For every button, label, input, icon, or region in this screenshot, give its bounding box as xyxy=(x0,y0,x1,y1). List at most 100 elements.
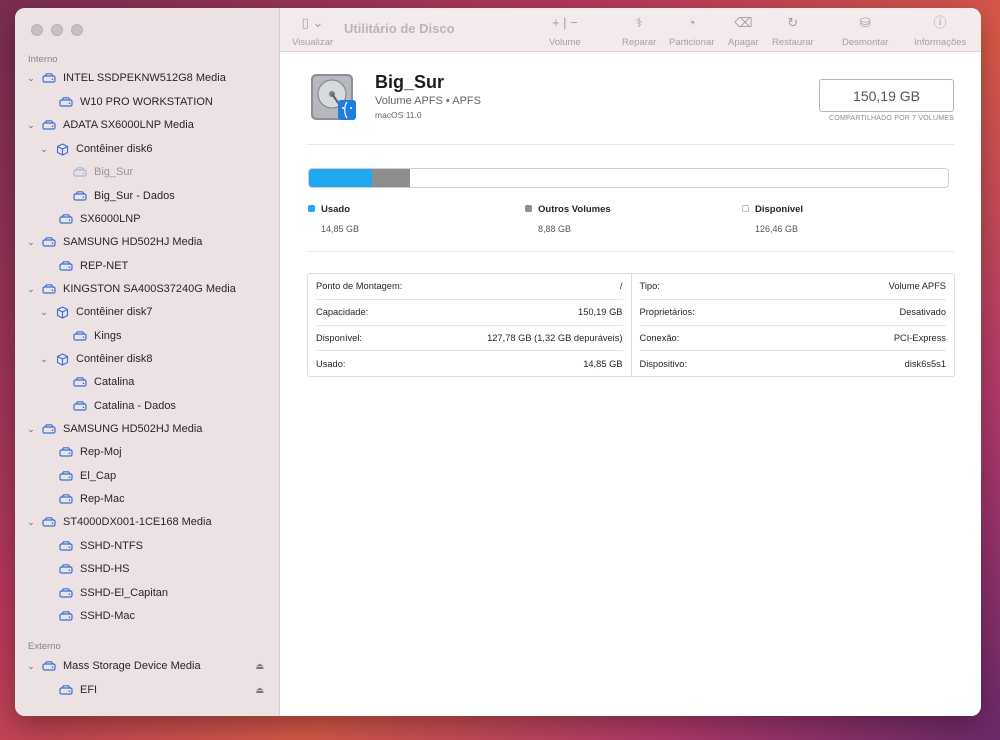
view-button[interactable]: ▯ ⌄ Visualizar xyxy=(292,14,333,48)
erase-button[interactable]: ⌫ Apagar xyxy=(728,14,759,48)
sidebar-item-disk[interactable]: ⌄ INTEL SSDPEKNW512G8 Media xyxy=(25,68,226,88)
sidebar-item-container[interactable]: ⌄ Contêiner disk6 xyxy=(38,139,152,159)
sidebar-item-label: REP-NET xyxy=(80,260,129,272)
sidebar-item-label: Big_Sur xyxy=(94,166,134,178)
unmount-button[interactable]: ⛁ Desmontar xyxy=(842,14,888,48)
sidebar-item-label: KINGSTON SA400S37240G Media xyxy=(63,283,236,295)
stethoscope-icon: ⚕ xyxy=(635,15,643,30)
sidebar-item-volume[interactable]: SSHD-NTFS xyxy=(42,536,143,556)
chevron-down-icon[interactable]: ⌄ xyxy=(25,424,37,435)
chevron-down-icon[interactable]: ⌄ xyxy=(25,284,37,295)
divider xyxy=(307,251,954,252)
sidebar-item-label: SSHD-HS xyxy=(80,563,130,575)
volume-subtitle: Volume APFS • APFS xyxy=(375,95,481,107)
sidebar-item-volume[interactable]: Rep-Moj xyxy=(42,442,122,462)
sidebar-item-container[interactable]: ⌄ Contêiner disk7 xyxy=(38,302,152,322)
zoom-window-button[interactable] xyxy=(71,24,83,36)
hard-drive-icon xyxy=(73,189,87,203)
sidebar-item-label: Contêiner disk8 xyxy=(76,353,153,365)
sidebar: Interno ⌄ INTEL SSDPEKNW512G8 Media W10 … xyxy=(15,8,280,716)
usage-bar xyxy=(308,168,949,188)
hard-drive-icon xyxy=(59,469,73,483)
sidebar-item-volume[interactable]: W10 PRO WORKSTATION xyxy=(42,92,213,112)
sidebar-item-label: Contêiner disk6 xyxy=(76,143,153,155)
hard-drive-icon xyxy=(59,259,73,273)
sidebar-item-label: SX6000LNP xyxy=(80,213,141,225)
sidebar-item-container[interactable]: ⌄ Contêiner disk8 xyxy=(38,349,152,369)
sidebar-item-volume[interactable]: SX6000LNP xyxy=(42,209,141,229)
sidebar-item-volume[interactable]: SSHD-HS xyxy=(42,559,130,579)
chevron-down-icon[interactable]: ⌄ xyxy=(38,144,50,155)
info-row: Usado: 14,85 GB xyxy=(316,359,623,370)
legend-dot-other xyxy=(525,205,532,212)
sidebar-item-volume[interactable]: El_Cap xyxy=(42,466,116,486)
sidebar-item-label: INTEL SSDPEKNW512G8 Media xyxy=(63,72,226,84)
window-controls xyxy=(31,24,83,36)
legend-available: Disponível 126,46 GB xyxy=(742,199,803,234)
legend-used: Usado 14,85 GB xyxy=(308,199,359,234)
hard-drive-icon xyxy=(59,609,73,623)
container-cube-icon xyxy=(55,305,69,319)
sidebar-item-disk[interactable]: ⌄ SAMSUNG HD502HJ Media xyxy=(25,232,202,252)
sidebar-item-volume[interactable]: SSHD-Mac xyxy=(42,606,135,626)
volume-size-box: 150,19 GB xyxy=(819,79,954,112)
sidebar-item-label: SSHD-El_Capitan xyxy=(80,587,169,599)
sidebar-item-label: Contêiner disk7 xyxy=(76,306,153,318)
section-title-external: Externo xyxy=(28,641,61,652)
sidebar-item-disk[interactable]: ⌄ ST4000DX001-1CE168 Media xyxy=(25,512,211,532)
chevron-down-icon[interactable]: ⌄ xyxy=(38,307,50,318)
sidebar-item-disk[interactable]: ⌄ ADATA SX6000LNP Media xyxy=(25,115,194,135)
pie-icon: ◔ xyxy=(687,15,696,30)
hard-drive-icon xyxy=(59,539,73,553)
chevron-down-icon[interactable]: ⌄ xyxy=(25,517,37,528)
sidebar-item-volume[interactable]: REP-NET xyxy=(42,256,128,276)
eject-icon[interactable]: ⏏ xyxy=(255,685,264,696)
sidebar-item-volume-external[interactable]: EFI ⏏ xyxy=(42,680,280,700)
minimize-window-button[interactable] xyxy=(51,24,63,36)
info-row: Conexão: PCI-Express xyxy=(639,326,946,352)
first-aid-button[interactable]: ⚕ Reparar xyxy=(622,14,656,48)
close-window-button[interactable] xyxy=(31,24,43,36)
sidebar-item-label: SAMSUNG HD502HJ Media xyxy=(63,423,203,435)
sidebar-item-label: Rep-Moj xyxy=(80,446,122,458)
sidebar-item-volume[interactable]: Big_Sur - Dados xyxy=(56,186,175,206)
legend-dot-used xyxy=(308,205,315,212)
sidebar-item-label: Kings xyxy=(94,330,122,342)
sidebar-item-volume-big-sur[interactable]: Big_Sur xyxy=(56,162,133,182)
chevron-down-icon[interactable]: ⌄ xyxy=(25,237,37,248)
sidebar-item-disk[interactable]: ⌄ SAMSUNG HD502HJ Media xyxy=(25,419,202,439)
volume-button[interactable]: + | − Volume xyxy=(549,14,581,48)
hard-drive-icon xyxy=(42,282,56,296)
info-row: Dispositivo: disk6s5s1 xyxy=(639,359,947,370)
eject-icon[interactable]: ⏏ xyxy=(255,661,264,672)
sidebar-item-volume[interactable]: SSHD-El_Capitan xyxy=(42,583,168,603)
hard-drive-icon xyxy=(42,235,56,249)
toolbar: ▯ ⌄ Visualizar Utilitário de Disco + | −… xyxy=(280,8,981,52)
sidebar-item-disk[interactable]: ⌄ KINGSTON SA400S37240G Media xyxy=(25,279,236,299)
partition-button[interactable]: ◔ Particionar xyxy=(669,14,714,48)
info-table: Ponto de Montagem: / Capacidade: 150,19 GB… xyxy=(307,273,955,377)
info-button[interactable]: ⓘ Informações xyxy=(914,14,966,48)
sidebar-item-volume[interactable]: Catalina xyxy=(56,372,134,392)
sidebar-item-volume[interactable]: Rep-Mac xyxy=(42,489,125,509)
shared-note: COMPARTILHADO POR 7 VOLUMES xyxy=(829,115,954,122)
sidebar-item-volume[interactable]: Kings xyxy=(56,326,122,346)
chevron-down-icon[interactable]: ⌄ xyxy=(25,661,37,672)
sidebar-item-label: Rep-Mac xyxy=(80,493,125,505)
restore-button[interactable]: ↻ Restaurar xyxy=(772,14,814,48)
chevron-down-icon[interactable]: ⌄ xyxy=(25,73,37,84)
sidebar-item-disk-external[interactable]: ⌄ Mass Storage Device Media ⏏ xyxy=(25,656,280,676)
hard-drive-icon xyxy=(59,445,73,459)
divider xyxy=(307,144,954,145)
chevron-down-icon[interactable]: ⌄ xyxy=(38,354,50,365)
chevron-down-icon[interactable]: ⌄ xyxy=(25,120,37,131)
sidebar-toggle-icon: ▯ ⌄ xyxy=(301,15,324,30)
sidebar-item-volume[interactable]: Catalina - Dados xyxy=(56,396,176,416)
hard-drive-icon xyxy=(73,375,87,389)
volume-drive-icon xyxy=(308,72,358,124)
erase-icon: ⌫ xyxy=(734,15,753,30)
sidebar-item-label: SSHD-NTFS xyxy=(80,540,143,552)
add-remove-icon: + | − xyxy=(551,15,578,30)
info-column-right: Tipo: Volume APFS Proprietários: Desativad… xyxy=(630,274,955,376)
hard-drive-icon xyxy=(73,329,87,343)
